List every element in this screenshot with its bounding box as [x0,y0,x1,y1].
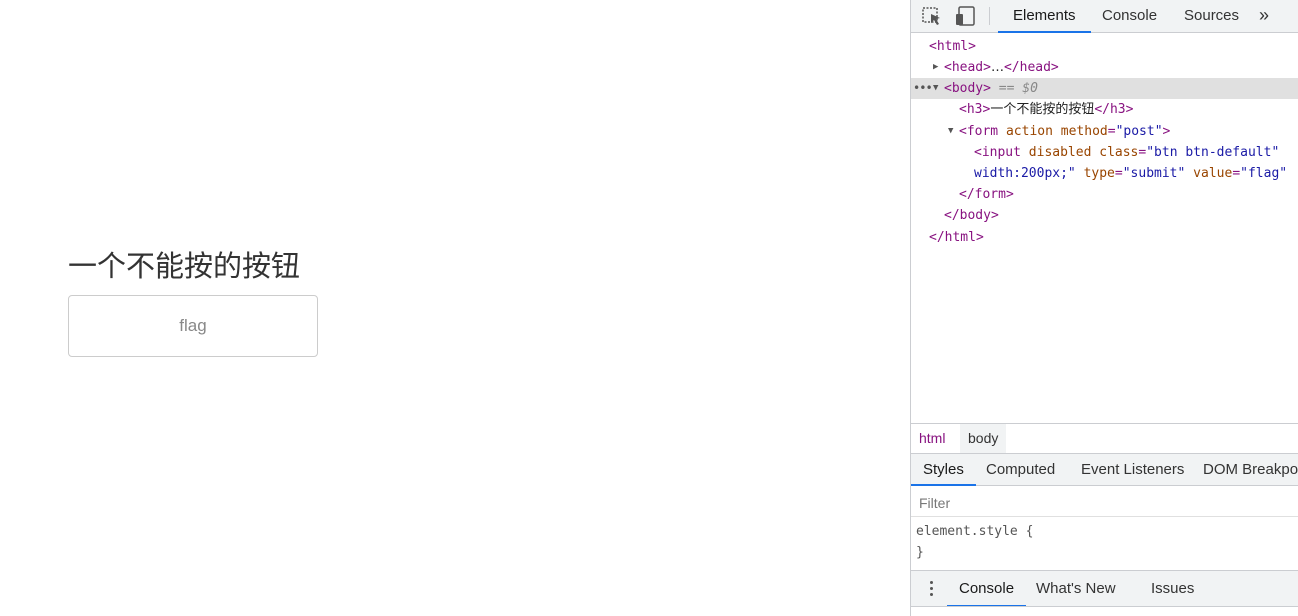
form-close-tag: </form> [959,187,1014,202]
input-attr-value: value [1193,166,1233,181]
element-style-rule[interactable]: element.style { } [916,521,1033,563]
page-viewport: 一个不能按的按钮 flag [0,0,910,616]
tree-node-input[interactable]: <input disabled class="btn btn-default" [911,142,1298,163]
selected-node-marker: == $0 [998,81,1038,96]
styles-filter-input[interactable] [919,493,1289,513]
form-attr-action: action [1005,124,1053,139]
tree-node-form-close[interactable]: </form> [911,184,1298,205]
tree-node-form[interactable]: ▼ <form action method="post"> [911,121,1298,142]
form-method-value: "post" [1115,124,1163,139]
collapse-triangle-icon[interactable]: ▼ [948,121,953,142]
input-value-value: "flag" [1240,166,1288,181]
tab-sources[interactable]: Sources [1169,0,1254,33]
toolbar-separator [989,7,990,25]
input-attr-disabled: disabled [1028,145,1092,160]
styles-filter [911,487,1298,517]
form-open-tag: <form [959,124,999,139]
tab-dom-breakpoints[interactable]: DOM Breakpoints [1191,454,1298,486]
inspect-element-icon[interactable] [921,5,945,27]
breadcrumb-html[interactable]: html [911,424,953,453]
input-tag: <input [974,145,1021,160]
tab-styles[interactable]: Styles [911,454,976,486]
tab-console[interactable]: Console [1087,0,1172,33]
tree-node-input-cont[interactable]: width:200px;" type="submit" value="flag" [911,163,1298,184]
breadcrumb-body[interactable]: body [960,424,1007,453]
head-tag: <head> [944,60,991,75]
drawer-tab-console[interactable]: Console [947,571,1027,607]
input-attr-class: class [1099,145,1139,160]
devtools-panel: Elements Console Sources » <html> ▶ <hea… [910,0,1298,616]
input-attr-type: type [1083,166,1115,181]
drawer-content [911,606,1298,616]
element-style-selector: element.style { [916,524,1034,539]
form-attr-method: method [1060,124,1108,139]
styles-pane-tabs: Styles Computed Event Listeners DOM Brea… [911,453,1298,486]
form-open-end: > [1162,124,1171,139]
tab-elements[interactable]: Elements [998,0,1091,33]
drawer-tab-issues[interactable]: Issues [1139,571,1206,607]
tree-node-head[interactable]: ▶ <head>…</head> [911,57,1298,78]
devtools-toolbar: Elements Console Sources » [911,0,1298,33]
head-close-tag: </head> [1003,60,1059,75]
h3-text: 一个不能按的按钮 [990,102,1095,117]
tree-node-html[interactable]: <html> [911,36,1298,57]
more-options-icon[interactable]: ••• [913,78,933,99]
body-tag: <body> [944,81,991,96]
tree-node-h3[interactable]: <h3>一个不能按的按钮</h3> [911,99,1298,120]
head-ellipsis: … [990,60,1004,75]
tree-node-body[interactable]: ••• ▼ <body> == $0 [911,78,1298,99]
tree-node-html-close[interactable]: </html> [911,227,1298,248]
element-style-close: } [916,545,924,560]
device-toolbar-icon[interactable] [954,5,978,27]
more-tabs-icon[interactable]: » [1259,0,1269,33]
tab-computed[interactable]: Computed [974,454,1067,486]
tree-node-body-close[interactable]: </body> [911,205,1298,226]
h3-close-tag: </h3> [1094,102,1134,117]
input-type-value: "submit" [1122,166,1186,181]
flag-button[interactable]: flag [68,295,318,357]
input-class-value: "btn btn-default" [1146,145,1280,160]
drawer-toolbar: Console What's New Issues [911,570,1298,607]
page-heading: 一个不能按的按钮 [68,249,301,283]
html-close-tag: </html> [929,230,984,245]
drawer-menu-icon[interactable] [925,579,937,599]
body-close-tag: </body> [944,208,999,223]
input-style-value: width:200px;" [974,166,1076,181]
collapse-triangle-icon[interactable]: ▼ [933,78,938,99]
expand-triangle-icon[interactable]: ▶ [933,57,938,78]
tab-event-listeners[interactable]: Event Listeners [1069,454,1196,486]
breadcrumb: html body [911,423,1298,453]
html-open-tag: <html> [929,39,976,54]
drawer-tab-whats-new[interactable]: What's New [1024,571,1128,607]
h3-open-tag: <h3> [959,102,991,117]
